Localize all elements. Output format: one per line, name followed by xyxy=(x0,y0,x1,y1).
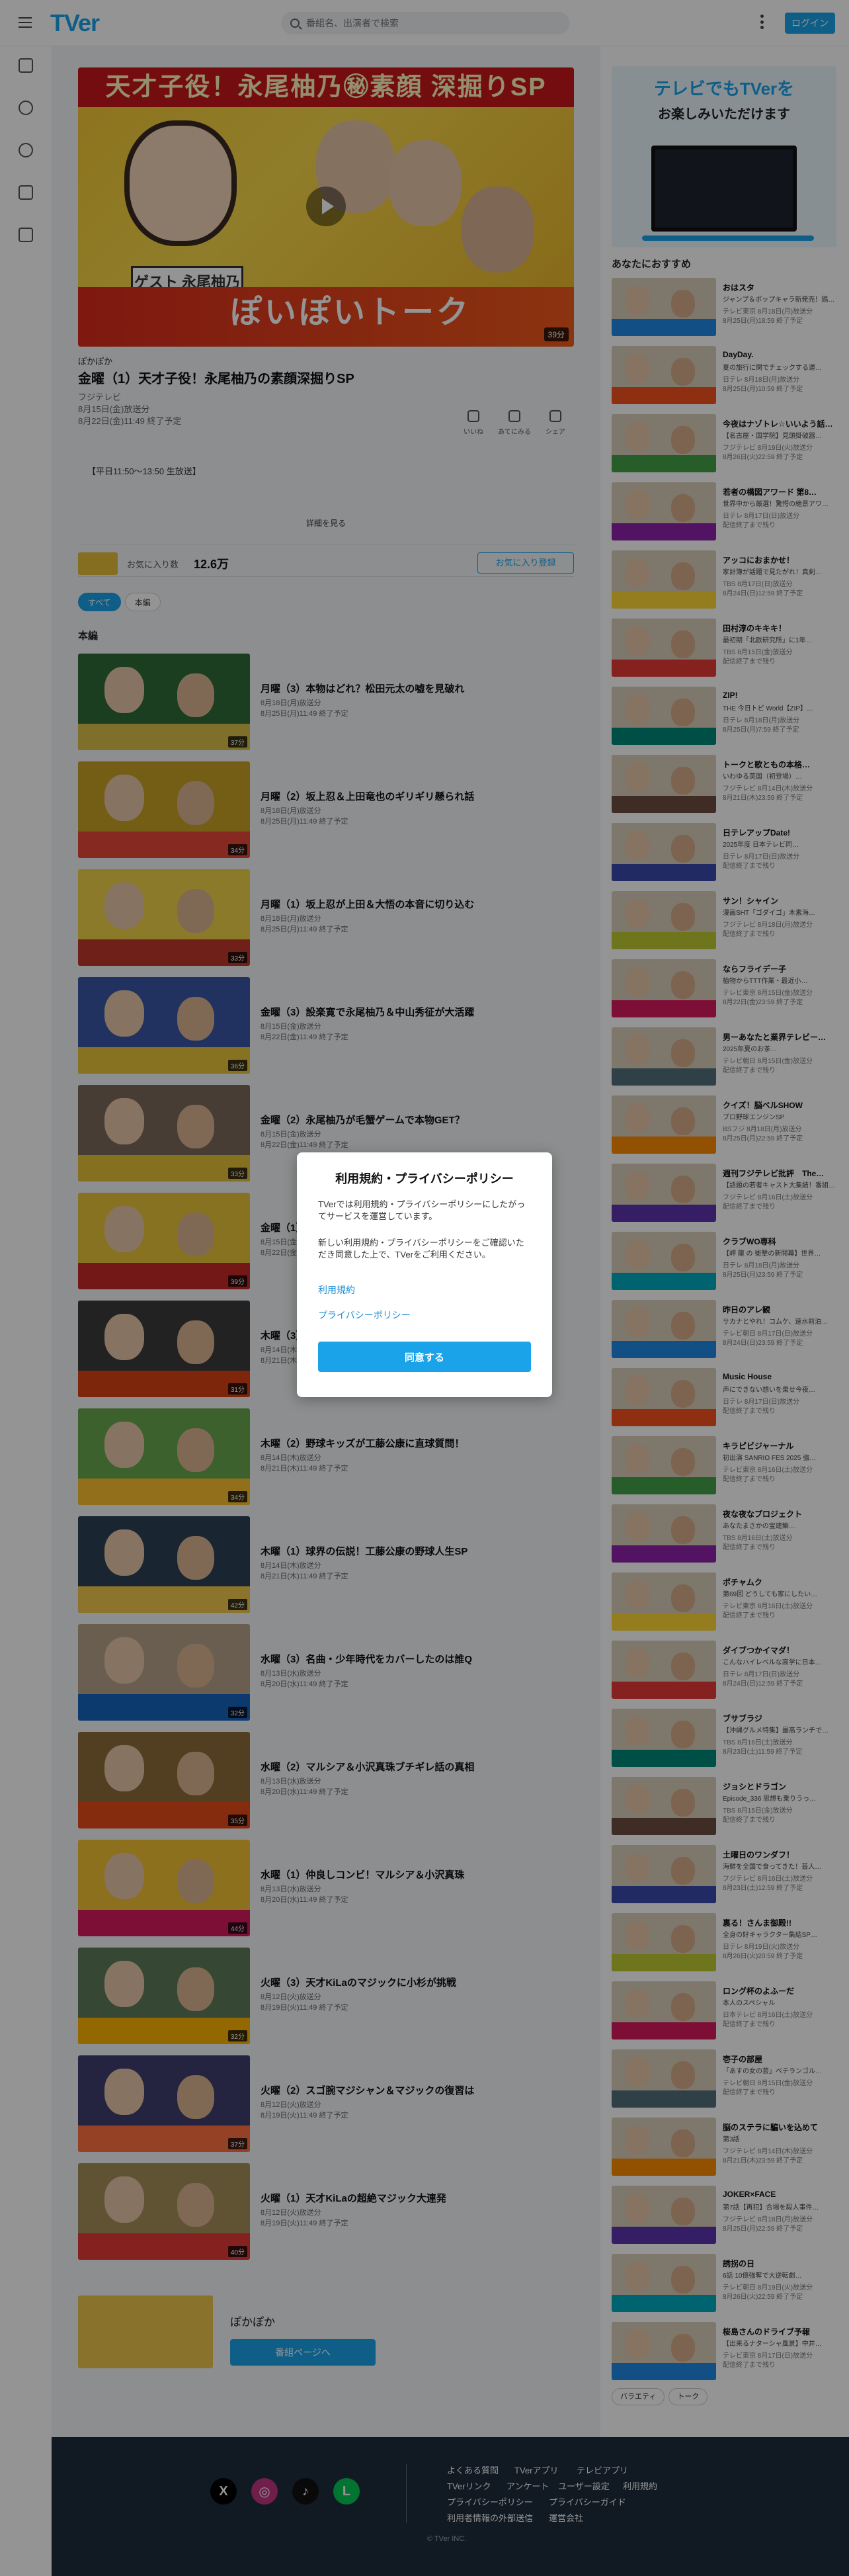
modal-title: 利用規約・プライバシーポリシー xyxy=(335,1172,514,1185)
modal-text: TVerでは利用規約・プライバシーポリシーにしたがってサービスを運営しています。 xyxy=(318,1199,526,1221)
terms-link[interactable]: 利用規約 xyxy=(318,1283,355,1297)
privacy-policy-link[interactable]: プライバシーポリシー xyxy=(318,1309,411,1322)
agree-button[interactable]: 同意する xyxy=(318,1342,531,1372)
modal-text: 新しい利用規約・プライバシーポリシーをご確認いただき同意した上で、TVerをご利… xyxy=(318,1238,524,1260)
terms-modal: 利用規約・プライバシーポリシー TVerでは利用規約・プライバシーポリシーにした… xyxy=(297,1152,552,1397)
